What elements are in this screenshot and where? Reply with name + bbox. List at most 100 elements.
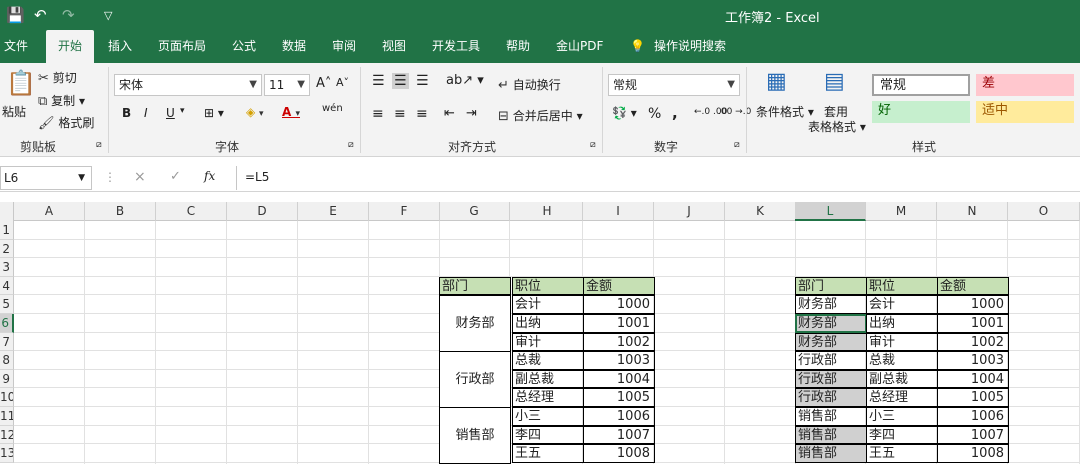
paste-button[interactable]: 粘贴 — [2, 103, 26, 120]
right-amount-cell[interactable]: 1003 — [937, 351, 1009, 370]
format-as-table-button[interactable]: 表格格式 ▾ — [808, 118, 866, 135]
left-table-header-2[interactable]: 金额 — [583, 276, 655, 296]
left-dept-merged-cell[interactable]: 行政部 — [439, 351, 511, 408]
tab-file[interactable]: 文件 — [4, 30, 28, 63]
font-color-icon[interactable]: A ▾ — [282, 105, 300, 119]
column-header-l[interactable]: L — [795, 202, 866, 221]
increase-indent-icon[interactable]: ⇥ — [466, 106, 477, 121]
tab-formulas[interactable]: 公式 — [232, 30, 256, 63]
right-amount-cell[interactable]: 1002 — [937, 332, 1009, 352]
right-position-cell[interactable]: 李四 — [866, 425, 938, 445]
alignment-launcher-icon[interactable]: ⧄ — [590, 140, 596, 150]
right-position-cell[interactable]: 副总裁 — [866, 369, 938, 389]
align-bottom-icon[interactable]: ☰ — [416, 73, 429, 89]
column-header-o[interactable]: O — [1008, 202, 1080, 221]
column-header-k[interactable]: K — [725, 202, 796, 221]
align-right-icon[interactable]: ≡ — [416, 106, 428, 122]
italic-button[interactable]: I — [144, 106, 148, 120]
left-position-cell[interactable]: 副总裁 — [512, 369, 584, 389]
right-amount-cell[interactable]: 1000 — [937, 295, 1009, 314]
right-dept-cell[interactable]: 财务部 — [795, 332, 867, 352]
tab-data[interactable]: 数据 — [282, 30, 306, 63]
left-position-cell[interactable]: 王五 — [512, 444, 584, 463]
row-header-10[interactable]: 10 — [0, 388, 14, 407]
right-position-cell[interactable]: 王五 — [866, 444, 938, 463]
conditional-format-button[interactable]: 条件格式 ▾ — [756, 103, 814, 120]
cancel-icon[interactable]: × — [134, 169, 146, 185]
right-position-cell[interactable]: 会计 — [866, 295, 938, 314]
phonetic-guide-button[interactable]: wén — [322, 103, 343, 114]
style-normal[interactable]: 常规 — [872, 74, 970, 96]
style-good[interactable]: 好 — [872, 101, 970, 123]
tab-home[interactable]: 开始 — [46, 30, 94, 63]
row-header-8[interactable]: 8 — [0, 351, 14, 370]
row-header-12[interactable]: 12 — [0, 425, 14, 445]
left-amount-cell[interactable]: 1005 — [583, 388, 655, 407]
decrease-indent-icon[interactable]: ⇤ — [444, 106, 455, 121]
left-position-cell[interactable]: 总裁 — [512, 351, 584, 370]
left-amount-cell[interactable]: 1003 — [583, 351, 655, 370]
left-position-cell[interactable]: 审计 — [512, 332, 584, 352]
tab-review[interactable]: 审阅 — [332, 30, 356, 63]
comma-button[interactable]: , — [672, 104, 678, 122]
column-header-b[interactable]: B — [85, 202, 156, 221]
worksheet-grid[interactable]: ABCDEFGHIJKLMNO 1 2 3 4 5 6 7 8 9 10 11 12 13 部门 职位 金额财… — [0, 202, 1080, 464]
column-header-d[interactable]: D — [227, 202, 298, 221]
right-dept-cell[interactable]: 财务部 — [795, 295, 867, 314]
column-header-j[interactable]: J — [654, 202, 725, 221]
chevron-down-icon[interactable]: ▾ — [180, 106, 185, 116]
left-position-cell[interactable]: 会计 — [512, 295, 584, 314]
row-header-1[interactable]: 1 — [0, 221, 14, 240]
copy-button[interactable]: ⧉ 复制 ▾ — [38, 92, 85, 109]
right-dept-cell[interactable]: 行政部 — [795, 388, 867, 407]
increase-font-button[interactable]: A˄ — [316, 76, 331, 91]
left-amount-cell[interactable]: 1000 — [583, 295, 655, 314]
right-amount-cell[interactable]: 1005 — [937, 388, 1009, 407]
right-table-header-0[interactable]: 部门 — [795, 276, 867, 296]
formula-input[interactable]: =L5 — [236, 166, 1080, 190]
tab-developer[interactable]: 开发工具 — [432, 30, 480, 63]
right-dept-cell[interactable]: 销售部 — [795, 444, 867, 463]
accounting-format-icon[interactable]: 💱 ▾ — [612, 106, 637, 120]
redo-icon[interactable]: ↷ — [62, 6, 75, 24]
underline-button[interactable]: U — [166, 106, 175, 120]
right-amount-cell[interactable]: 1007 — [937, 425, 1009, 445]
format-painter-button[interactable]: 🖌 格式刷 — [38, 114, 94, 131]
tab-view[interactable]: 视图 — [382, 30, 406, 63]
cut-button[interactable]: ✂ 剪切 — [38, 69, 77, 86]
decrease-font-button[interactable]: A˅ — [336, 76, 349, 89]
right-table-header-1[interactable]: 职位 — [866, 276, 938, 296]
column-header-i[interactable]: I — [583, 202, 654, 221]
tab-help[interactable]: 帮助 — [506, 30, 530, 63]
right-amount-cell[interactable]: 1004 — [937, 369, 1009, 389]
font-size-dropdown[interactable]: 11 ▼ — [264, 74, 310, 96]
right-amount-cell[interactable]: 1008 — [937, 444, 1009, 463]
right-position-cell[interactable]: 小三 — [866, 407, 938, 426]
font-name-dropdown[interactable]: 宋体 ▼ — [114, 74, 262, 96]
right-amount-cell[interactable]: 1001 — [937, 314, 1009, 333]
undo-icon[interactable]: ↶ — [34, 6, 47, 24]
conditional-format-icon[interactable]: ▦ — [766, 69, 787, 94]
select-all-corner[interactable] — [0, 202, 14, 221]
merge-center-button[interactable]: ⊟ 合并后居中 ▾ — [498, 107, 583, 124]
row-header-6[interactable]: 6 — [0, 314, 14, 333]
column-header-m[interactable]: M — [866, 202, 937, 221]
left-position-cell[interactable]: 总经理 — [512, 388, 584, 407]
right-dept-cell[interactable]: 销售部 — [795, 425, 867, 445]
column-header-c[interactable]: C — [156, 202, 227, 221]
column-header-e[interactable]: E — [298, 202, 369, 221]
tab-page-layout[interactable]: 页面布局 — [158, 30, 206, 63]
right-table-header-2[interactable]: 金额 — [937, 276, 1009, 296]
left-amount-cell[interactable]: 1004 — [583, 369, 655, 389]
right-dept-cell[interactable]: 销售部 — [795, 407, 867, 426]
row-header-13[interactable]: 13 — [0, 444, 14, 463]
paste-icon[interactable]: 📋 — [6, 69, 36, 97]
format-as-table-icon[interactable]: ▤ — [824, 69, 845, 94]
save-icon[interactable]: 💾 — [6, 6, 25, 24]
left-dept-merged-cell[interactable]: 销售部 — [439, 407, 511, 464]
row-header-3[interactable]: 3 — [0, 258, 14, 277]
column-header-n[interactable]: N — [937, 202, 1008, 221]
fill-color-icon[interactable]: ◈ ▾ — [246, 105, 264, 119]
align-left-icon[interactable]: ≡ — [372, 106, 384, 122]
row-header-11[interactable]: 11 — [0, 407, 14, 426]
